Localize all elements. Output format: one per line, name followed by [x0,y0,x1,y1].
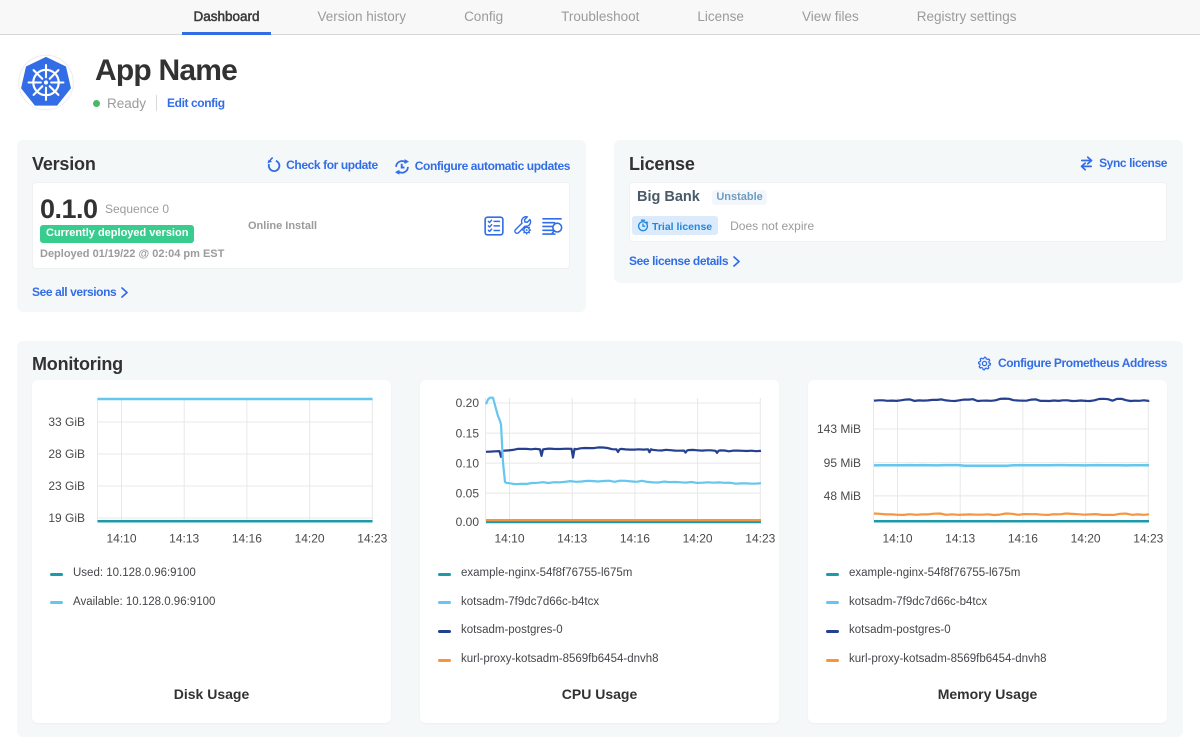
svg-text:14:20: 14:20 [683,532,713,546]
svg-text:14:23: 14:23 [745,532,775,546]
svg-text:95 MiB: 95 MiB [824,456,861,470]
svg-text:23 GiB: 23 GiB [48,479,85,493]
svg-text:14:16: 14:16 [232,532,262,546]
svg-text:14:13: 14:13 [557,532,587,546]
svg-text:0.05: 0.05 [456,486,480,500]
svg-text:14:10: 14:10 [106,532,136,546]
svg-text:19 GiB: 19 GiB [48,511,85,525]
svg-text:14:10: 14:10 [494,532,524,546]
svg-text:48 MiB: 48 MiB [824,489,861,503]
svg-text:14:10: 14:10 [882,532,912,546]
svg-text:14:20: 14:20 [295,532,325,546]
svg-text:14:16: 14:16 [1008,532,1038,546]
svg-text:14:20: 14:20 [1071,532,1101,546]
svg-text:14:23: 14:23 [1133,532,1163,546]
svg-text:33 GiB: 33 GiB [48,415,85,429]
svg-text:28 GiB: 28 GiB [48,447,85,461]
svg-text:0.20: 0.20 [456,396,480,410]
svg-text:0.15: 0.15 [456,426,480,440]
svg-text:14:13: 14:13 [945,532,975,546]
svg-text:14:23: 14:23 [357,532,387,546]
svg-text:14:13: 14:13 [169,532,199,546]
svg-text:0.10: 0.10 [456,456,480,470]
svg-text:143 MiB: 143 MiB [817,422,861,436]
svg-text:14:16: 14:16 [620,532,650,546]
svg-text:0.00: 0.00 [456,515,480,529]
